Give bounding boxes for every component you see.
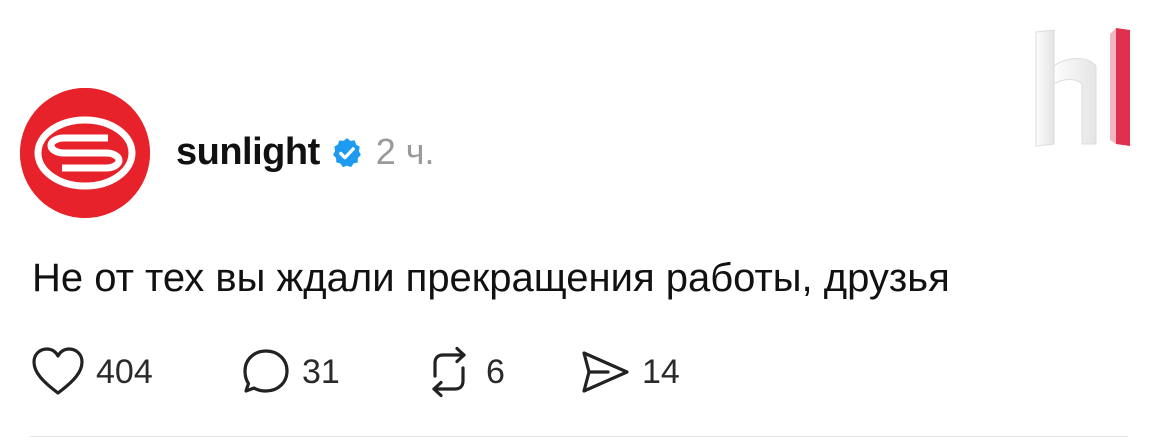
post-text: Не от тех вы ждали прекращения работы, д… (32, 256, 950, 300)
post-header: sunlight 2 ч. (176, 130, 435, 174)
post-divider (30, 436, 1128, 437)
share-count: 14 (642, 352, 680, 391)
comment-bubble-icon (243, 349, 289, 393)
like-button[interactable]: 404 (30, 346, 240, 398)
share-button[interactable]: 14 (578, 346, 698, 398)
comment-button[interactable]: 31 (240, 346, 422, 398)
repost-icon (432, 346, 466, 398)
verified-badge-icon (330, 136, 364, 170)
repost-button[interactable]: 6 (422, 346, 578, 398)
post-timestamp: 2 ч. (375, 131, 435, 172)
like-count: 404 (96, 352, 153, 391)
avatar[interactable] (20, 88, 150, 218)
username[interactable]: sunlight (176, 131, 320, 174)
comment-count: 31 (302, 352, 340, 391)
post-actions: 404 31 6 14 (30, 344, 698, 400)
send-icon (582, 351, 629, 393)
repost-count: 6 (486, 352, 505, 391)
heart-icon (32, 347, 84, 395)
watermark-logo-icon (1032, 26, 1136, 150)
sunlight-logo-icon (20, 88, 150, 218)
